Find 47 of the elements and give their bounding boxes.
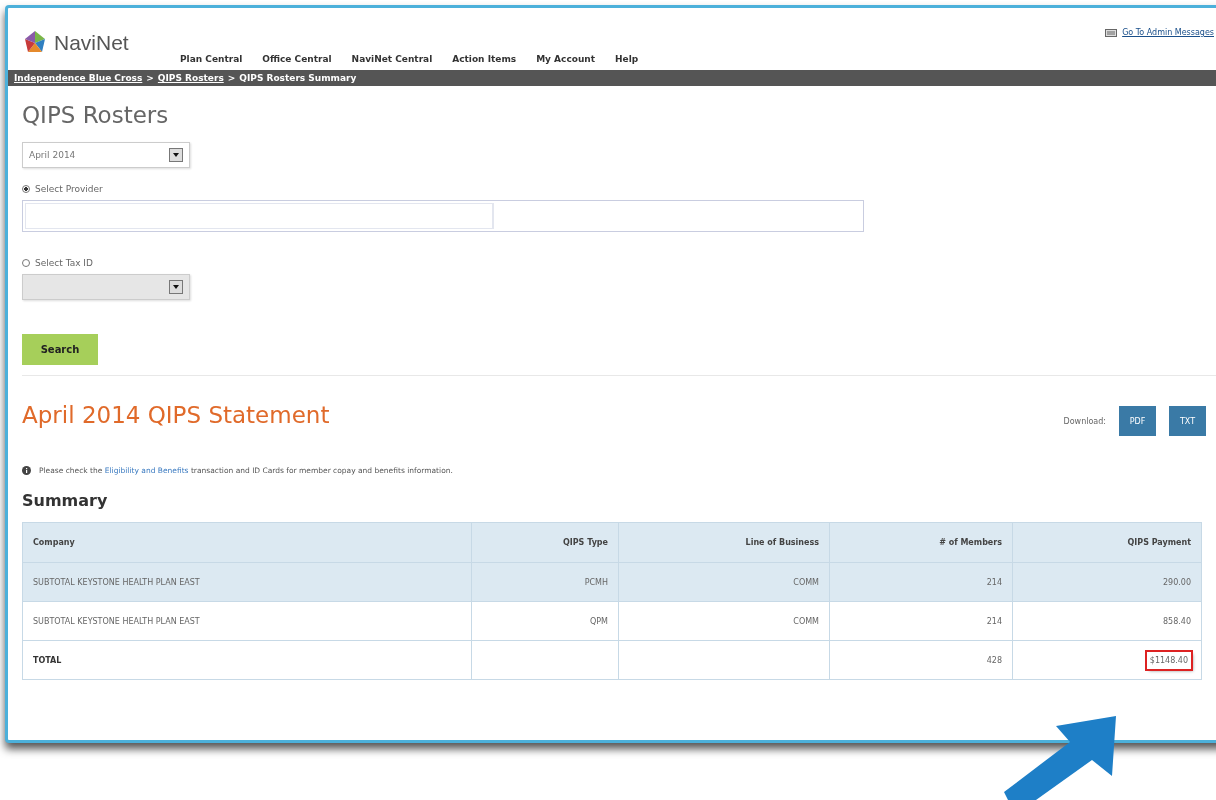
- search-button[interactable]: Search: [22, 334, 98, 365]
- table-cell: 428: [986, 655, 1002, 665]
- breadcrumb-link[interactable]: Independence Blue Cross: [14, 73, 143, 83]
- download-button[interactable]: TXT: [1169, 406, 1206, 436]
- table-cell: $1148.40: [1146, 651, 1191, 669]
- period-select[interactable]: April 2014: [22, 142, 190, 168]
- column-header: Line of Business: [745, 538, 819, 547]
- column-header: Company: [33, 538, 75, 547]
- breadcrumb-separator: >: [227, 73, 236, 83]
- logo-text: NaviNet: [54, 31, 129, 55]
- nav-link[interactable]: Office Central: [262, 54, 332, 64]
- table-cell: 858.40: [1163, 616, 1191, 626]
- download-button[interactable]: PDF: [1119, 406, 1156, 436]
- nav-link[interactable]: My Account: [536, 54, 596, 64]
- message-icon: [1105, 28, 1118, 37]
- page-title: QIPS Rosters: [22, 102, 170, 128]
- nav-link[interactable]: Plan Central: [180, 54, 243, 64]
- radio-button[interactable]: [22, 185, 30, 193]
- column-header: # of Members: [939, 538, 1002, 547]
- download-label: Download:: [1063, 416, 1106, 426]
- statement-title: April 2014 QIPS Statement: [22, 402, 330, 428]
- tax-id-select[interactable]: [22, 274, 190, 300]
- radio-label: Select Provider: [35, 184, 103, 194]
- breadcrumb-separator: >: [146, 73, 154, 83]
- summary-title: Summary: [22, 491, 109, 510]
- nav-link[interactable]: Action Items: [452, 54, 517, 64]
- breadcrumb-link[interactable]: QIPS Rosters: [157, 73, 224, 83]
- column-header: QIPS Type: [562, 538, 608, 547]
- table-cell: COMM: [793, 577, 819, 587]
- info-icon: [22, 466, 31, 475]
- admin-messages-link[interactable]: Go To Admin Messages: [1122, 28, 1214, 37]
- column-header: QIPS Payment: [1127, 538, 1191, 547]
- breadcrumb-link[interactable]: QIPS Rosters Summary: [239, 73, 357, 83]
- table-cell: COMM: [793, 616, 819, 626]
- table-cell: 214: [986, 616, 1002, 626]
- table-cell: TOTAL: [33, 655, 62, 665]
- table-cell: 214: [986, 577, 1002, 587]
- nav-link[interactable]: NaviNet Central: [351, 54, 433, 64]
- radio-label: Select Tax ID: [35, 258, 93, 268]
- table-cell: 290.00: [1163, 577, 1191, 587]
- nav-link[interactable]: Help: [615, 54, 639, 64]
- provider-field[interactable]: [22, 200, 864, 232]
- input-field[interactable]: [25, 203, 493, 229]
- table-cell: SUBTOTAL KEYSTONE HEALTH PLAN EAST: [33, 616, 200, 626]
- table-cell: SUBTOTAL KEYSTONE HEALTH PLAN EAST: [33, 577, 200, 587]
- table-cell: PCMH: [584, 577, 608, 587]
- table-cell: QPM: [589, 616, 608, 626]
